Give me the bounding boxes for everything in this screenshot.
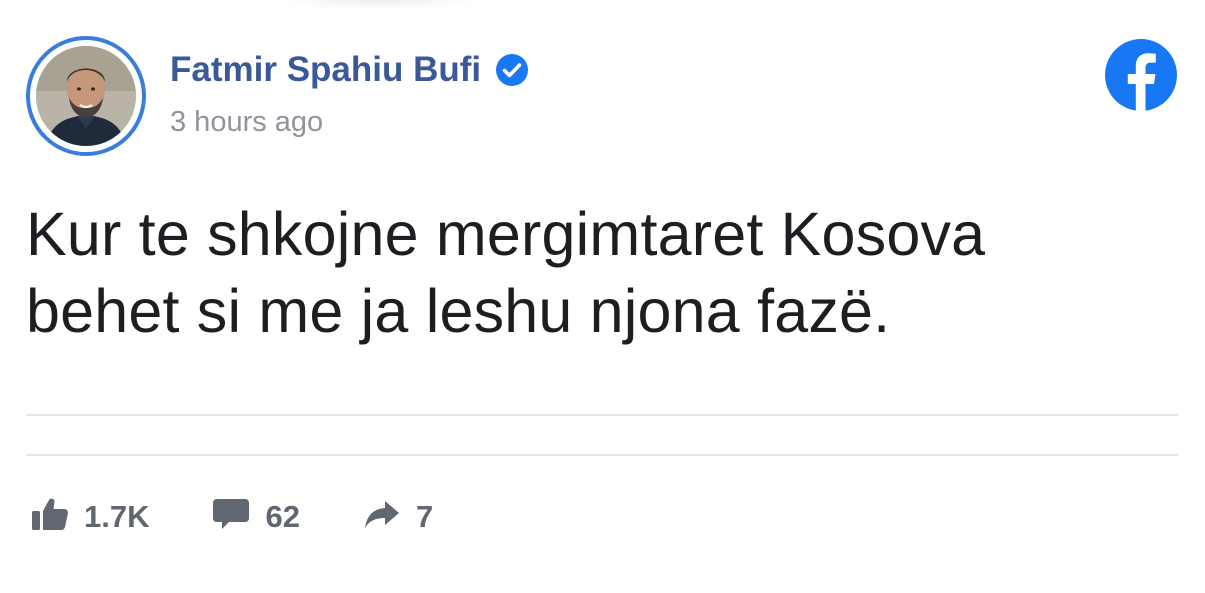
share-stat[interactable]: 7 [362, 496, 433, 537]
thumbs-up-icon [30, 496, 70, 537]
post-timestamp[interactable]: 3 hours ago [170, 106, 323, 139]
post-stats: 1.7K 62 7 [30, 496, 495, 537]
comment-stat[interactable]: 62 [211, 496, 300, 537]
share-count: 7 [415, 498, 434, 534]
post-text: Kur te shkojne mergimtaret Kosova behet … [26, 200, 986, 345]
author-name[interactable]: Fatmir Spahiu Bufi [170, 50, 481, 90]
divider [26, 454, 1178, 456]
comment-bubble-icon [211, 496, 251, 537]
divider [26, 414, 1178, 416]
top-shadow [280, 0, 480, 10]
facebook-logo-icon[interactable] [1104, 38, 1178, 112]
like-stat[interactable]: 1.7K [30, 496, 149, 537]
post-author: Fatmir Spahiu Bufi [170, 50, 529, 90]
avatar-photo [36, 46, 136, 146]
verified-check-icon [495, 53, 529, 87]
avatar[interactable] [26, 36, 146, 156]
comment-count: 62 [265, 498, 300, 534]
like-count: 1.7K [84, 498, 150, 534]
share-arrow-icon [362, 496, 402, 537]
